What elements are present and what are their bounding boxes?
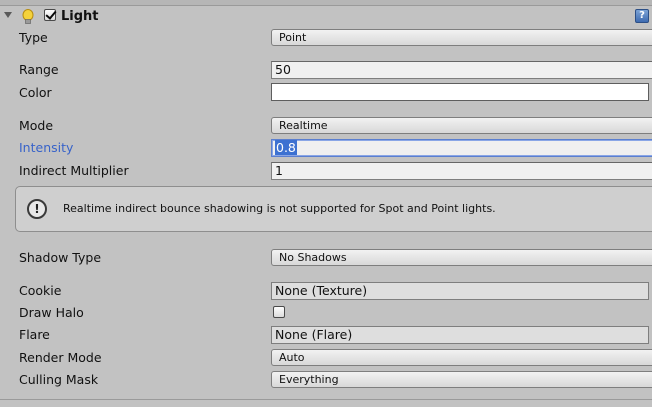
color-label: Color — [19, 85, 52, 100]
type-dropdown[interactable]: Point — [271, 29, 652, 46]
intensity-label: Intensity — [19, 140, 74, 155]
indirect-multiplier-label: Indirect Multiplier — [19, 163, 129, 178]
help-box: ! Realtime indirect bounce shadowing is … — [15, 186, 652, 232]
culling-mask-label: Culling Mask — [19, 372, 99, 387]
component-enabled-checkbox[interactable] — [44, 9, 56, 21]
indirect-multiplier-row: Indirect Multiplier 1 — [0, 161, 652, 181]
shadow-type-dropdown[interactable]: No Shadows — [271, 249, 652, 266]
render-mode-row: Render Mode Auto — [0, 348, 652, 368]
cookie-row: Cookie None (Texture) — [0, 281, 652, 301]
cookie-object-field[interactable]: None (Texture) — [271, 282, 649, 300]
flare-label: Flare — [19, 327, 50, 342]
range-row: Range 50 — [0, 60, 652, 80]
indirect-multiplier-field[interactable]: 1 — [271, 162, 652, 180]
culling-mask-row: Culling Mask Everything — [0, 370, 652, 390]
color-swatch[interactable] — [271, 83, 649, 101]
mode-row: Mode Realtime — [0, 116, 652, 136]
color-row: Color — [0, 83, 652, 103]
shadow-type-label: Shadow Type — [19, 250, 102, 265]
info-icon: ! — [27, 199, 47, 219]
range-field[interactable]: 50 — [271, 61, 652, 79]
bottom-separator — [0, 399, 652, 400]
intensity-value: 0.8 — [275, 140, 297, 155]
render-mode-dropdown[interactable]: Auto — [271, 349, 652, 366]
component-header: Light ? — [0, 6, 652, 26]
component-title: Light — [61, 9, 99, 24]
range-label: Range — [19, 62, 59, 77]
foldout-arrow-icon[interactable] — [4, 12, 12, 18]
cookie-label: Cookie — [19, 283, 62, 298]
render-mode-label: Render Mode — [19, 350, 102, 365]
culling-mask-dropdown[interactable]: Everything — [271, 371, 652, 388]
help-book-icon[interactable]: ? — [635, 9, 649, 23]
intensity-row: Intensity 0.8 — [0, 138, 652, 158]
draw-halo-checkbox[interactable] — [273, 306, 285, 318]
lightbulb-icon — [22, 9, 34, 24]
shadow-type-row: Shadow Type No Shadows — [0, 248, 652, 268]
draw-halo-row: Draw Halo — [0, 303, 652, 323]
mode-dropdown[interactable]: Realtime — [271, 117, 652, 134]
mode-label: Mode — [19, 118, 54, 133]
flare-row: Flare None (Flare) — [0, 325, 652, 345]
intensity-field[interactable]: 0.8 — [271, 139, 652, 157]
flare-object-field[interactable]: None (Flare) — [271, 326, 649, 344]
type-row: Type Point — [0, 28, 652, 48]
type-label: Type — [19, 30, 48, 45]
help-box-text: Realtime indirect bounce shadowing is no… — [63, 202, 496, 215]
draw-halo-label: Draw Halo — [19, 305, 84, 320]
